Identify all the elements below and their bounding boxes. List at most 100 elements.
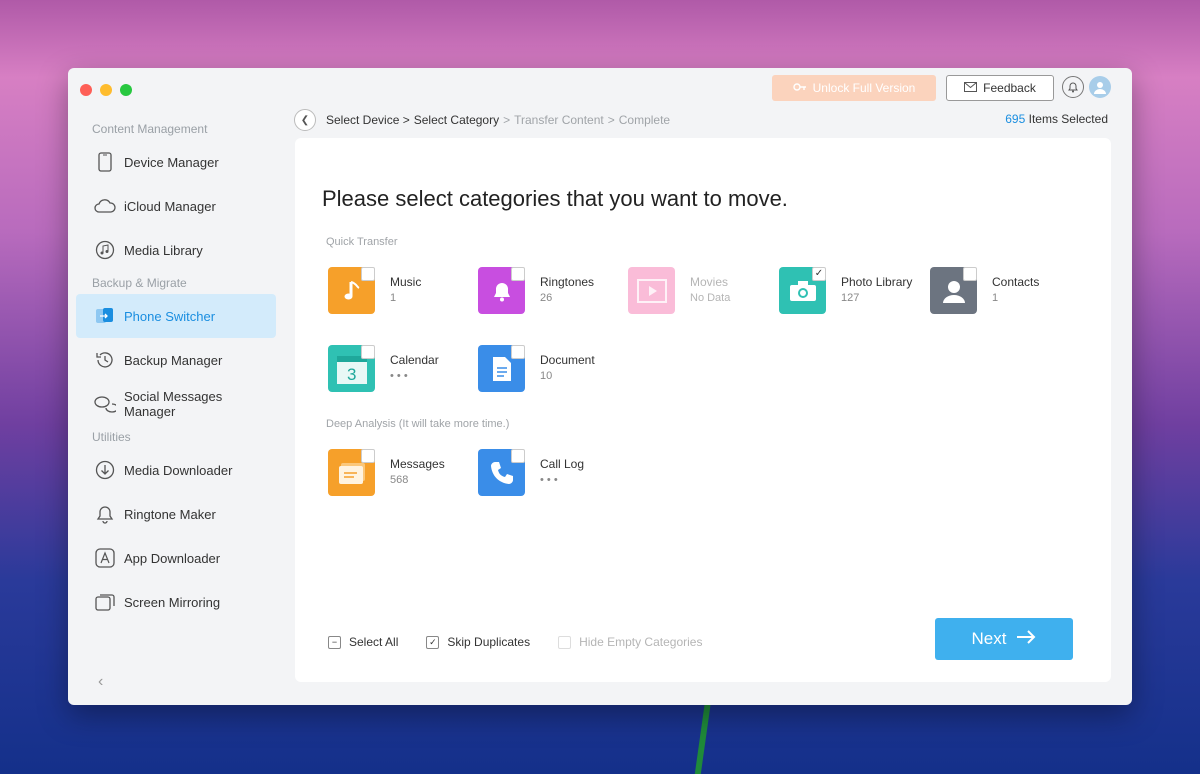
category-music[interactable]: Music 1 xyxy=(328,267,478,315)
category-photo-library[interactable]: ✓ Photo Library 127 xyxy=(779,267,929,315)
cloud-icon xyxy=(94,195,116,217)
sidebar-item-label: Media Downloader xyxy=(124,462,233,478)
phone-switch-icon xyxy=(94,305,116,327)
messages-checkbox[interactable] xyxy=(361,449,375,463)
quick-transfer-label: Quick Transfer xyxy=(326,236,398,248)
bell-icon xyxy=(94,503,116,525)
sidebar-item-backup-manager[interactable]: Backup Manager xyxy=(76,338,276,382)
feedback-button[interactable]: Feedback xyxy=(946,75,1054,101)
category-name: Music xyxy=(390,275,422,289)
call-log-checkbox[interactable] xyxy=(511,449,525,463)
category-contacts[interactable]: Contacts 1 xyxy=(930,267,1080,315)
section-title-backup-migrate: Backup & Migrate xyxy=(92,276,187,290)
breadcrumb-step-select-category: Select Category xyxy=(413,113,500,127)
document-checkbox[interactable] xyxy=(511,345,525,359)
phone-icon xyxy=(94,151,116,173)
page-title: Please select categories that you want t… xyxy=(322,186,788,211)
sidebar-item-label: Social Messages Manager xyxy=(124,389,223,419)
history-icon xyxy=(94,349,116,371)
sidebar-item-social-messages-manager[interactable]: Social Messages Manager xyxy=(76,382,276,426)
breadcrumb: ❮ Select Device > Select Category > Tran… xyxy=(294,108,1114,132)
breadcrumb-separator: > xyxy=(503,113,511,127)
sidebar-item-ringtone-maker[interactable]: Ringtone Maker xyxy=(76,492,276,536)
select-all-label: Select All xyxy=(349,635,399,649)
sidebar-item-label: Backup Manager xyxy=(124,352,223,368)
hide-empty-option: Hide Empty Categories xyxy=(558,635,702,649)
feedback-label: Feedback xyxy=(983,81,1036,95)
unlock-label: Unlock Full Version xyxy=(812,81,916,95)
category-count: 1 xyxy=(992,292,999,304)
sidebar: Content Management Device Manager iCloud… xyxy=(68,112,284,705)
notification-bell-icon[interactable] xyxy=(1062,76,1084,98)
sidebar-item-phone-switcher[interactable]: Phone Switcher xyxy=(76,294,276,338)
category-name: Movies xyxy=(690,275,729,289)
category-name: Photo Library xyxy=(841,275,913,289)
section-title-utilities: Utilities xyxy=(92,430,131,444)
sidebar-item-icloud-manager[interactable]: iCloud Manager xyxy=(76,184,276,228)
sidebar-item-label: Phone Switcher xyxy=(124,308,216,324)
photo-library-checkbox[interactable]: ✓ xyxy=(812,267,826,281)
back-arrow-icon[interactable]: ❮ xyxy=(294,109,316,131)
sidebar-item-label: Ringtone Maker xyxy=(124,506,216,522)
sidebar-item-label: App Downloader xyxy=(124,550,221,566)
breadcrumb-separator: > xyxy=(607,113,615,127)
skip-duplicates-label: Skip Duplicates xyxy=(447,635,531,649)
category-call-log[interactable]: Call Log • • • xyxy=(478,449,628,497)
calendar-checkbox[interactable] xyxy=(361,345,375,359)
category-ringtones[interactable]: Ringtones 26 xyxy=(478,267,628,315)
envelope-icon xyxy=(964,81,978,95)
contacts-checkbox[interactable] xyxy=(963,267,977,281)
category-messages[interactable]: Messages 568 xyxy=(328,449,478,497)
key-icon xyxy=(792,80,807,97)
chat-bubbles-icon xyxy=(94,393,116,415)
sidebar-item-label: Screen Mirroring xyxy=(124,594,221,610)
sidebar-item-device-manager[interactable]: Device Manager xyxy=(76,140,276,184)
select-all-checkbox[interactable]: − xyxy=(328,635,341,649)
sidebar-item-app-downloader[interactable]: App Downloader xyxy=(76,536,276,580)
category-document[interactable]: Document 10 xyxy=(478,345,628,393)
ringtones-checkbox[interactable] xyxy=(511,267,525,281)
category-calendar[interactable]: 3 Calendar • • • xyxy=(328,345,478,393)
deep-analysis-label: Deep Analysis (It will take more time.) xyxy=(326,418,510,430)
category-count: • • • xyxy=(540,474,558,486)
items-selected-counter: 695 Items Selected xyxy=(1005,112,1108,126)
music-disc-icon xyxy=(94,239,116,261)
desktop-stripe xyxy=(694,700,712,774)
skip-duplicates-option[interactable]: ✓ Skip Duplicates xyxy=(426,635,530,649)
category-count: 26 xyxy=(540,292,553,304)
category-count: • • • xyxy=(390,370,408,382)
category-count: No Data xyxy=(690,292,731,304)
category-name: Document xyxy=(540,353,595,367)
category-name: Call Log xyxy=(540,457,585,471)
collapse-sidebar-chevron-icon[interactable]: ‹ xyxy=(98,673,103,691)
hide-empty-checkbox xyxy=(558,635,572,649)
music-checkbox[interactable] xyxy=(361,267,375,281)
breadcrumb-step-transfer-content: Transfer Content xyxy=(514,113,604,127)
unlock-full-version-button[interactable]: Unlock Full Version xyxy=(772,75,936,101)
items-selected-count: 695 xyxy=(1005,112,1026,126)
sidebar-item-label: Device Manager xyxy=(124,154,219,170)
skip-duplicates-checkbox[interactable]: ✓ xyxy=(426,635,440,649)
user-avatar[interactable] xyxy=(1089,76,1111,98)
breadcrumb-step-select-device[interactable]: Select Device > xyxy=(326,113,410,127)
sidebar-item-media-library[interactable]: Media Library xyxy=(76,228,276,272)
next-label: Next xyxy=(971,629,1007,648)
sidebar-item-screen-mirroring[interactable]: Screen Mirroring xyxy=(76,580,276,624)
toolbar: Unlock Full Version Feedback xyxy=(68,68,1132,108)
sidebar-item-label: iCloud Manager xyxy=(124,198,216,214)
breadcrumb-step-complete: Complete xyxy=(618,113,671,127)
sidebar-item-label: Media Library xyxy=(124,242,203,258)
app-store-icon xyxy=(94,547,116,569)
category-name: Contacts xyxy=(992,275,1040,289)
film-icon xyxy=(628,267,675,314)
screens-icon xyxy=(94,591,116,613)
sidebar-item-media-downloader[interactable]: Media Downloader xyxy=(76,448,276,492)
next-button[interactable]: Next xyxy=(935,618,1073,660)
category-count: 568 xyxy=(390,474,409,486)
category-movies: Movies No Data xyxy=(628,267,778,315)
section-title-content-management: Content Management xyxy=(92,122,208,136)
select-all-option[interactable]: − Select All xyxy=(328,635,398,649)
category-name: Calendar xyxy=(390,353,439,367)
category-count: 10 xyxy=(540,370,553,382)
items-selected-suffix: Items Selected xyxy=(1025,112,1108,126)
